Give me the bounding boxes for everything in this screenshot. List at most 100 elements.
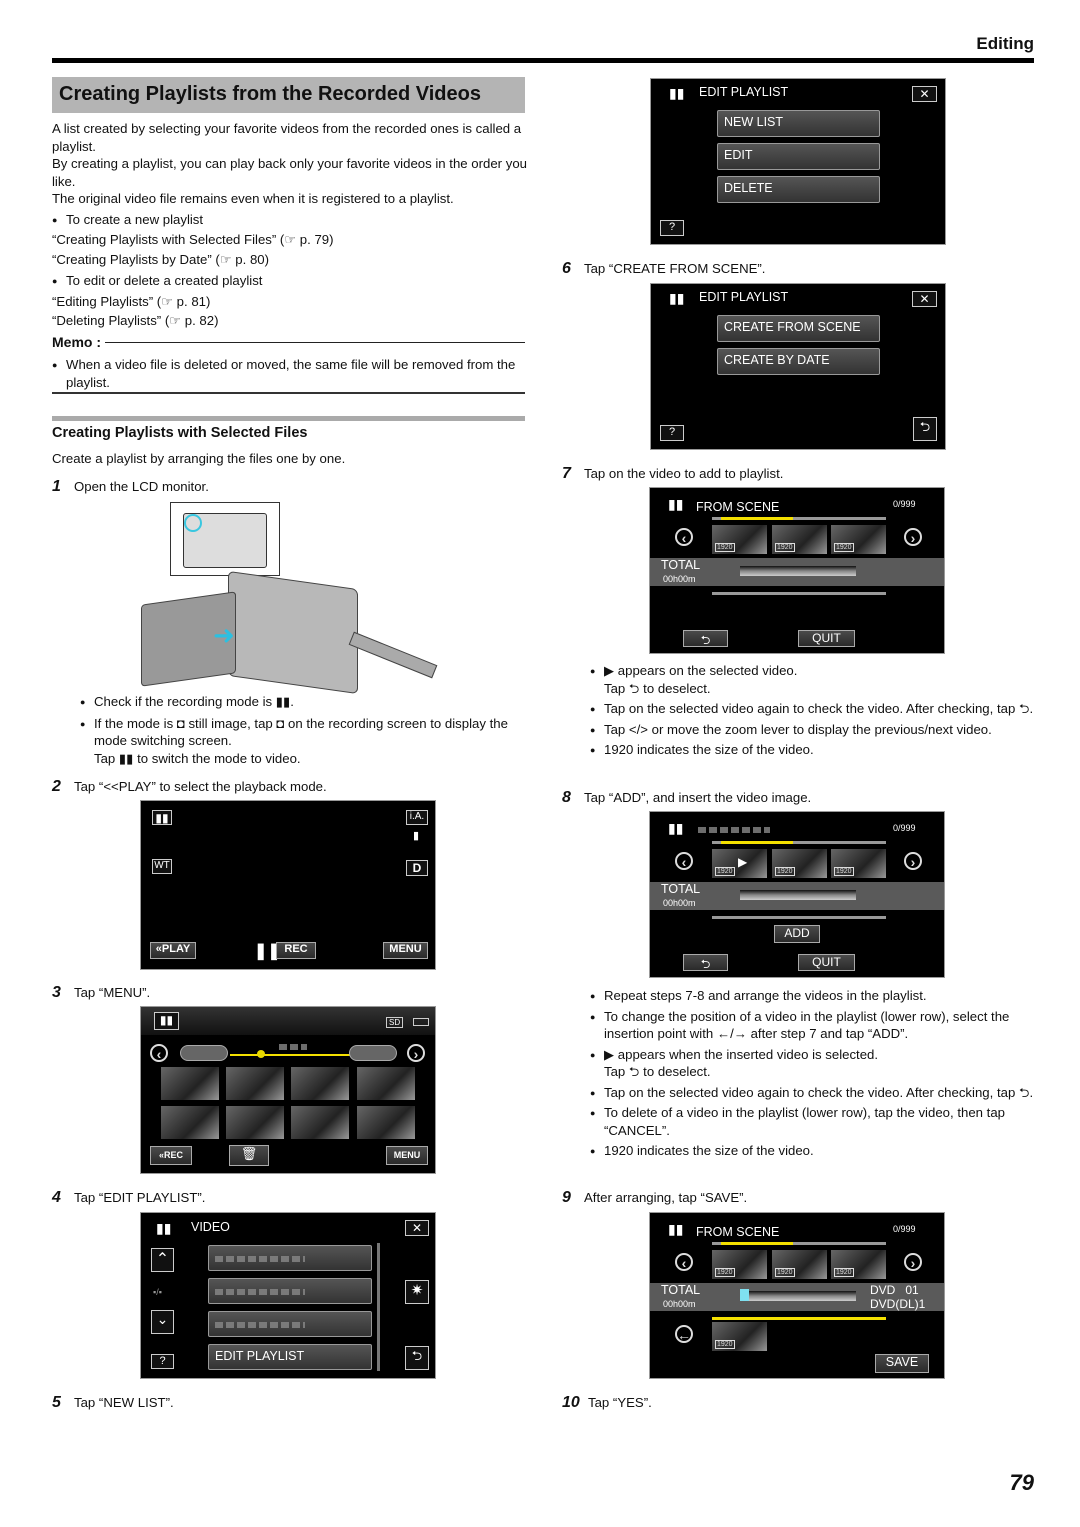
total-time: 00h00m [663, 898, 696, 908]
menu-item[interactable] [208, 1245, 372, 1271]
help-icon[interactable]: ? [151, 1354, 174, 1369]
close-icon[interactable]: ✕ [912, 291, 937, 307]
intro: A list created by selecting your favorit… [52, 120, 527, 330]
help-icon[interactable]: ? [660, 220, 684, 236]
link-selected-files[interactable]: “Creating Playlists with Selected Files”… [52, 231, 527, 249]
edit-button[interactable]: EDIT [717, 143, 880, 170]
next-icon[interactable]: › [407, 1044, 425, 1062]
header-rule [52, 58, 1034, 63]
save-button[interactable]: SAVE [875, 1354, 929, 1373]
capacity-bar [740, 566, 856, 576]
link-deleting[interactable]: “Deleting Playlists” (☞ p. 82) [52, 312, 527, 330]
delete-button[interactable]: DELETE [717, 176, 880, 203]
menu-item[interactable] [208, 1278, 372, 1304]
help-icon[interactable]: ? [660, 425, 684, 441]
create-by-date-button[interactable]: CREATE BY DATE [717, 348, 880, 375]
thumbnail[interactable] [226, 1106, 284, 1139]
callout-box [170, 502, 280, 576]
memo-header: Memo : [52, 334, 525, 350]
next-icon[interactable]: › [904, 1253, 922, 1271]
video-camera-icon: ▮▮ [156, 1220, 172, 1236]
thumbnail[interactable] [357, 1106, 415, 1139]
play-mode-button[interactable]: «PLAY [150, 942, 196, 959]
thumbnail[interactable]: 1920 [772, 525, 827, 554]
scroll-up-icon[interactable]: ⌃ [151, 1248, 174, 1272]
subsection-title: Creating Playlists with Selected Files [52, 425, 308, 441]
screen-from-scene: ▮▮ FROM SCENE 0/999 ‹ 1920 1920 1920 › T… [649, 487, 945, 654]
video-mode-icon[interactable]: ▮▮ [154, 1012, 179, 1030]
video-mode-icon[interactable]: ▮▮ [152, 810, 172, 825]
thumbnail[interactable] [161, 1106, 219, 1139]
scrollbar[interactable] [377, 1243, 380, 1371]
add-button[interactable]: ADD [774, 925, 820, 943]
next-icon[interactable]: › [904, 852, 922, 870]
thumbnail[interactable]: 1920 [712, 525, 767, 554]
insert-left-icon[interactable]: ← [675, 1325, 693, 1343]
next-icon[interactable]: › [904, 528, 922, 546]
new-list-button[interactable]: NEW LIST [717, 110, 880, 137]
back-button[interactable]: ⮌ [683, 630, 728, 647]
quit-button[interactable]: QUIT [798, 954, 855, 971]
scroll-down-icon[interactable]: ⌄ [151, 1310, 174, 1334]
quit-button[interactable]: QUIT [798, 630, 855, 647]
back-icon[interactable]: ⮌ [405, 1346, 429, 1370]
rec-button[interactable]: REC [276, 942, 316, 959]
page-title: Creating Playlists from the Recorded Vid… [52, 77, 525, 113]
thumbnail-selected[interactable]: ▶ 1920 [712, 849, 767, 878]
edit-playlist-item[interactable]: EDIT PLAYLIST [208, 1344, 372, 1370]
timeline-bar [230, 1054, 352, 1056]
screen-video-menu: ▮▮ VIDEO ✕ ⌃ ▪/▪ ⌄ ? EDIT PLAYLIST ✷ ⮌ [140, 1212, 436, 1379]
next-date-button[interactable] [349, 1045, 397, 1061]
screen-create-playlist: ▮▮ EDIT PLAYLIST ✕ CREATE FROM SCENE CRE… [650, 283, 946, 450]
step-1-notes: Check if the recording mode is ▮▮. If th… [80, 693, 530, 767]
back-icon[interactable]: ⮌ [913, 417, 937, 441]
rec-mode-button[interactable]: «REC [150, 1146, 192, 1165]
thumbnail[interactable]: 1920 [772, 849, 827, 878]
gear-icon[interactable]: ✷ [405, 1280, 429, 1304]
playlist-bar [712, 592, 886, 595]
create-from-scene-button[interactable]: CREATE FROM SCENE [717, 315, 880, 342]
playlist-bar [712, 1317, 886, 1320]
ia-button[interactable]: i.A. [406, 810, 428, 825]
thumbnail[interactable]: 1920 [831, 1250, 886, 1279]
sd-icon: SD [386, 1017, 404, 1028]
menu-item[interactable] [208, 1311, 372, 1337]
page-indicator: ▪/▪ [153, 1287, 162, 1297]
thumbnail[interactable] [357, 1067, 415, 1100]
prev-icon[interactable]: ‹ [675, 528, 693, 546]
link-by-date[interactable]: “Creating Playlists by Date” (☞ p. 80) [52, 251, 527, 269]
total-label: TOTAL [661, 882, 701, 896]
thumbnail[interactable] [161, 1067, 219, 1100]
prev-icon[interactable]: ‹ [150, 1044, 168, 1062]
playlist-thumbnail[interactable]: 1920 [712, 1322, 767, 1351]
prev-icon[interactable]: ‹ [675, 1253, 693, 1271]
thumbnail[interactable]: 1920 [772, 1250, 827, 1279]
trash-icon[interactable]: 🗑 [229, 1145, 269, 1166]
step-10: 10 Tap “YES”. [562, 1394, 652, 1411]
strap [348, 631, 438, 679]
back-button[interactable]: ⮌ [683, 954, 728, 971]
thumbnail[interactable]: 1920 [831, 525, 886, 554]
timeline-knob[interactable] [257, 1050, 265, 1058]
close-icon[interactable]: ✕ [405, 1220, 429, 1236]
date-label [698, 827, 770, 833]
intro-para: The original video file remains even whe… [52, 191, 454, 206]
dvd-count: DVD 01 [870, 1283, 919, 1297]
step-8: 8 Tap “ADD”, and insert the video image. [562, 789, 812, 806]
prev-date-button[interactable] [180, 1045, 228, 1061]
memo-rule [52, 392, 525, 394]
thumbnail[interactable]: 1920 [712, 1250, 767, 1279]
link-editing[interactable]: “Editing Playlists” (☞ p. 81) [52, 293, 527, 311]
thumbnail[interactable]: 1920 [831, 849, 886, 878]
prev-icon[interactable]: ‹ [675, 852, 693, 870]
wt-button[interactable]: WT [152, 859, 172, 874]
close-icon[interactable]: ✕ [912, 86, 937, 102]
memo-text: When a video file is deleted or moved, t… [52, 356, 527, 391]
menu-button[interactable]: MENU [386, 1146, 428, 1165]
thumbnail[interactable] [226, 1067, 284, 1100]
thumbnail[interactable] [291, 1106, 349, 1139]
menu-button[interactable]: MENU [383, 942, 428, 959]
display-button[interactable]: D [406, 860, 428, 876]
step-9: 9 After arranging, tap “SAVE”. [562, 1189, 748, 1206]
thumbnail[interactable] [291, 1067, 349, 1100]
